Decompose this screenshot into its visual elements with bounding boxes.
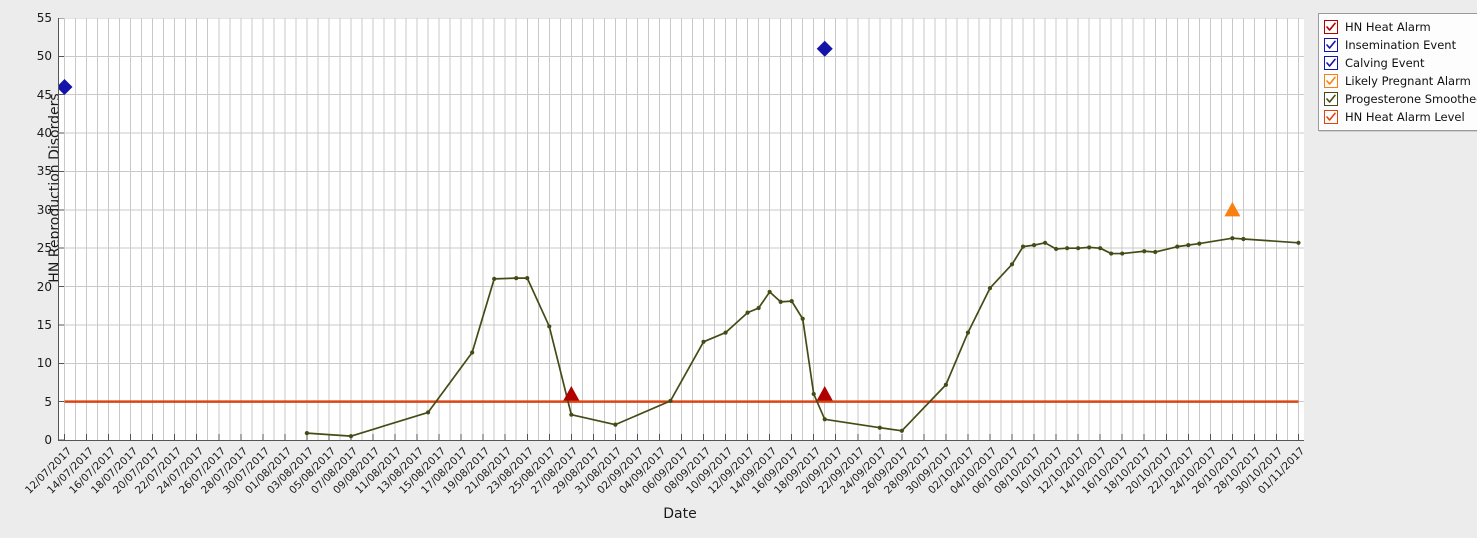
legend-item-label: Likely Pregnant Alarm xyxy=(1345,74,1471,88)
legend-item-insemination-event[interactable]: Insemination Event xyxy=(1324,36,1477,54)
calving-event-marker xyxy=(59,79,73,96)
legend-checkbox-icon[interactable] xyxy=(1324,110,1338,124)
legend-item-hn-heat-alarm-level[interactable]: HN Heat Alarm Level xyxy=(1324,108,1477,126)
legend-item-progesterone-smoothed[interactable]: Progesterone Smoothed xyxy=(1324,90,1477,108)
legend-item-likely-pregnant-alarm[interactable]: Likely Pregnant Alarm xyxy=(1324,72,1477,90)
legend-item-calving-event[interactable]: Calving Event xyxy=(1324,54,1477,72)
legend-checkbox-icon[interactable] xyxy=(1324,74,1338,88)
legend-checkbox-icon[interactable] xyxy=(1324,20,1338,34)
y-tick-label: 30 xyxy=(36,202,52,217)
y-tick-label: 40 xyxy=(36,126,52,141)
x-axis-ticks xyxy=(64,434,1299,440)
legend-item-label: HN Heat Alarm xyxy=(1345,20,1431,34)
x-axis-title: Date xyxy=(663,506,697,522)
chart-container: HN Reproduction Disorders 0 5 10 15 20 25 30 35… xyxy=(0,0,1477,538)
legend-checkbox-icon[interactable] xyxy=(1324,38,1338,52)
plot-svg xyxy=(59,18,1304,440)
insemination-event-marker xyxy=(816,40,833,57)
hn-heat-alarm-marker xyxy=(816,385,833,401)
legend-item-label: Progesterone Smoothed xyxy=(1345,92,1477,106)
legend-checkbox-icon[interactable] xyxy=(1324,92,1338,106)
vertical-gridlines xyxy=(64,18,1299,440)
legend-item-label: HN Heat Alarm Level xyxy=(1345,110,1465,124)
y-tick-label: 45 xyxy=(36,87,52,102)
legend-item-label: Insemination Event xyxy=(1345,38,1457,52)
y-tick-label: 55 xyxy=(36,11,52,25)
legend-item-label: Calving Event xyxy=(1345,56,1425,70)
y-tick-label: 10 xyxy=(36,356,52,371)
y-tick-label: 50 xyxy=(36,49,52,64)
x-axis-tick-labels: 12/07/2017 14/07/2017 16/07/2017 18/07/2017… xyxy=(0,441,1477,511)
y-tick-label: 5 xyxy=(44,394,52,409)
plot-area xyxy=(58,18,1304,441)
y-tick-label: 25 xyxy=(36,241,52,256)
y-tick-label: 35 xyxy=(36,164,52,179)
legend-item-hn-heat-alarm[interactable]: HN Heat Alarm xyxy=(1324,18,1477,36)
y-tick-label: 20 xyxy=(36,279,52,294)
likely-pregnant-alarm-marker xyxy=(1224,201,1241,217)
y-tick-label: 15 xyxy=(36,317,52,332)
chart-legend[interactable]: HN Heat Alarm Insemination Event Calving E… xyxy=(1318,13,1477,131)
legend-checkbox-icon[interactable] xyxy=(1324,56,1338,70)
